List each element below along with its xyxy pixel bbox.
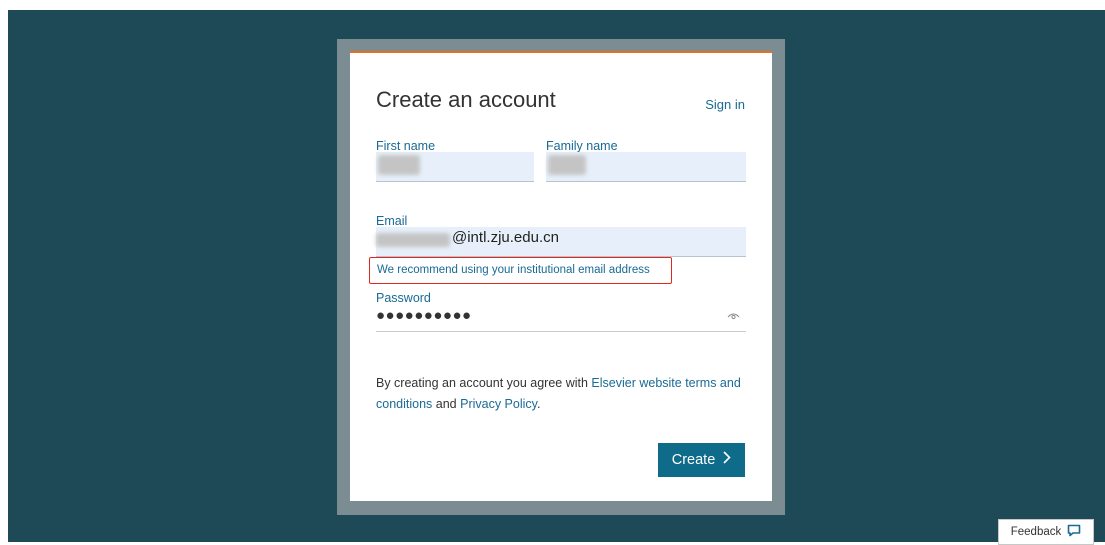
show-password-eye-icon[interactable] xyxy=(727,309,740,323)
privacy-policy-link[interactable]: Privacy Policy xyxy=(460,397,537,411)
redacted-first-name xyxy=(378,155,420,175)
feedback-label: Feedback xyxy=(1010,526,1062,538)
sign-in-link[interactable]: Sign in xyxy=(705,97,745,112)
password-field[interactable]: Password ●●●●●●●●●● xyxy=(376,291,746,332)
email-recommendation-text: We recommend using your institutional em… xyxy=(377,264,650,276)
email-label: Email xyxy=(376,214,408,228)
first-name-label: First name xyxy=(376,139,436,153)
first-name-field[interactable]: First name xyxy=(376,139,534,182)
create-button-label: Create xyxy=(671,452,716,468)
family-name-input[interactable] xyxy=(546,152,746,182)
email-input[interactable]: @intl.zju.edu.cn xyxy=(376,227,746,257)
create-account-card: Create an account Sign in First name Fam… xyxy=(350,51,772,501)
chevron-right-icon xyxy=(723,451,731,469)
page-title: Create an account xyxy=(376,87,556,112)
terms-middle: and xyxy=(432,397,461,411)
email-value: @intl.zju.edu.cn xyxy=(452,229,559,246)
redacted-family-name xyxy=(548,155,586,175)
create-button[interactable]: Create xyxy=(658,443,745,477)
terms-suffix: . xyxy=(536,397,541,411)
redacted-email-user xyxy=(376,233,450,247)
speech-bubble-icon xyxy=(1067,524,1081,540)
password-mask: ●●●●●●●●●● xyxy=(376,307,472,324)
password-input[interactable]: ●●●●●●●●●● xyxy=(376,305,746,332)
password-label: Password xyxy=(376,291,431,305)
email-field[interactable]: Email @intl.zju.edu.cn xyxy=(376,214,746,257)
first-name-input[interactable] xyxy=(376,152,534,182)
terms-prefix: By creating an account you agree with xyxy=(376,376,592,390)
terms-notice: By creating an account you agree with El… xyxy=(376,373,746,415)
family-name-label: Family name xyxy=(546,139,618,153)
feedback-button[interactable]: Feedback xyxy=(998,519,1094,545)
family-name-field[interactable]: Family name xyxy=(546,139,746,182)
